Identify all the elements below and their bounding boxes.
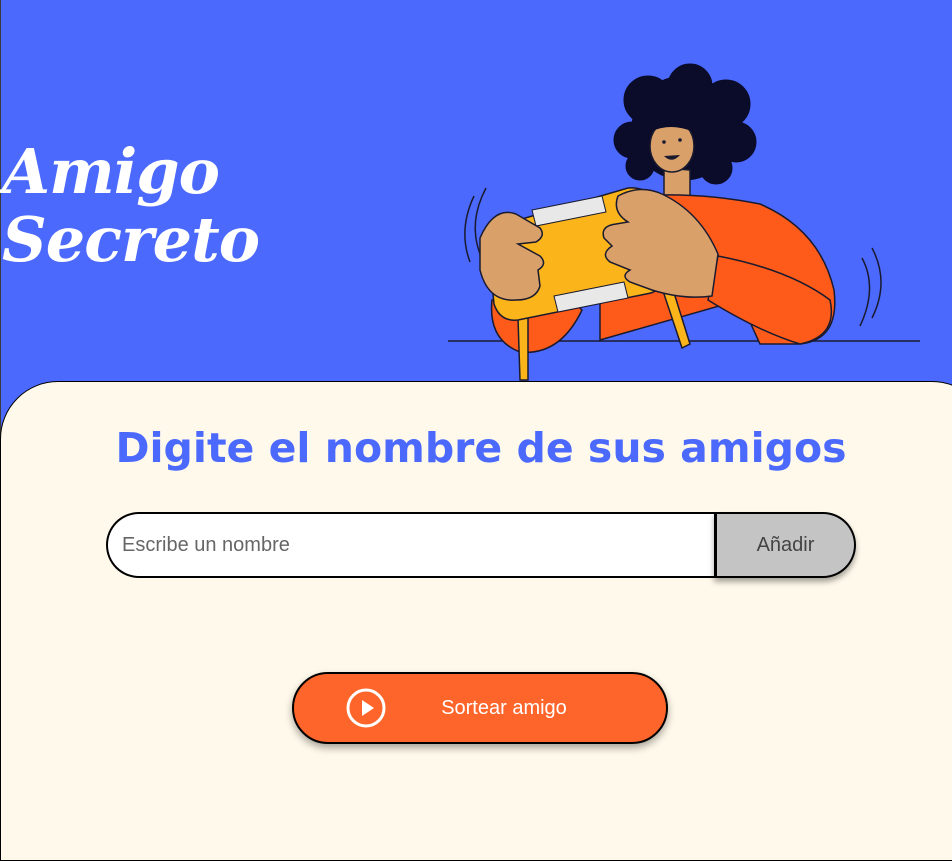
header: Amigo Secreto [0,0,952,400]
page-title-line-1: Amigo [2,135,220,208]
play-circle-icon [346,688,386,728]
draw-friend-button-label: Sortear amigo [441,697,567,719]
draw-friend-button[interactable]: Sortear amigo [292,672,668,744]
section-subtitle: Digite el nombre de sus amigos [115,424,847,472]
add-friend-button[interactable]: Añadir [714,512,856,578]
person-with-gift-box-illustration [448,63,920,381]
page-title-line-2: Secreto [2,203,260,276]
friend-name-input[interactable] [106,512,718,578]
page-title: Amigo Secreto [2,135,260,276]
add-friend-form: Añadir [106,512,856,578]
